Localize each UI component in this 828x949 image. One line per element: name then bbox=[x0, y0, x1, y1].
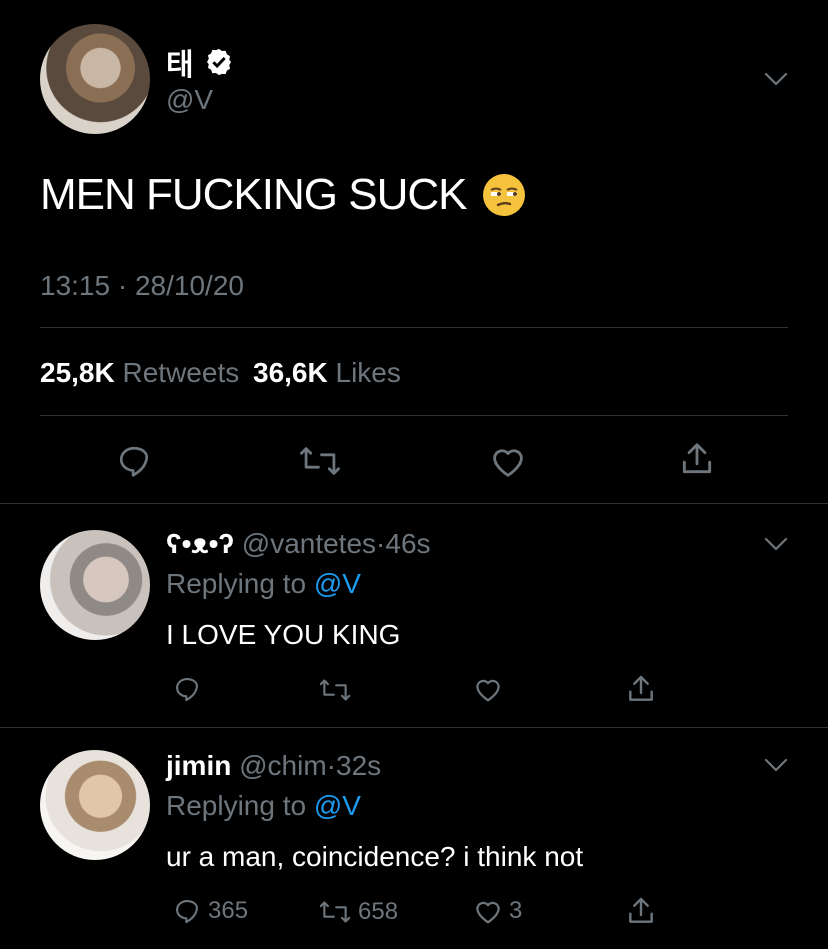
reply-icon[interactable] bbox=[115, 443, 153, 479]
retweet-icon bbox=[318, 899, 352, 925]
replying-to-link[interactable]: @V bbox=[314, 790, 361, 821]
like-action[interactable]: 3 bbox=[473, 897, 522, 925]
verified-badge-icon bbox=[204, 47, 234, 77]
divider bbox=[0, 503, 828, 504]
handle[interactable]: @V bbox=[166, 84, 213, 116]
reply-action[interactable]: 365 bbox=[172, 897, 248, 925]
handle[interactable]: @chim bbox=[239, 750, 327, 781]
tweet-date: 28/10/20 bbox=[134, 270, 244, 301]
chevron-down-icon[interactable] bbox=[764, 72, 788, 86]
reply-count: 365 bbox=[208, 897, 249, 924]
reply-header: jimin @chim·32s bbox=[166, 750, 381, 782]
reply-text: I LOVE YOU KING bbox=[166, 619, 401, 650]
retweet-action[interactable]: 658 bbox=[318, 898, 398, 926]
share-icon[interactable] bbox=[625, 673, 657, 705]
tweet-text-body: MEN FUCKING SUCK bbox=[40, 170, 467, 219]
avatar[interactable] bbox=[40, 24, 150, 134]
replying-to: Replying to @V bbox=[166, 790, 361, 822]
separator: · bbox=[326, 750, 336, 781]
replying-to-label: Replying to bbox=[166, 568, 307, 599]
divider bbox=[40, 415, 788, 416]
reply-icon[interactable] bbox=[172, 675, 202, 703]
tweet-text: MEN FUCKING SUCK bbox=[40, 170, 526, 220]
likes-stat[interactable]: 36,6K Likes bbox=[253, 357, 401, 388]
chevron-down-icon[interactable] bbox=[764, 537, 788, 551]
reply-text: ur a man, coincidence? i think not bbox=[166, 841, 584, 872]
display-name[interactable]: jimin bbox=[166, 750, 231, 781]
display-name[interactable]: 태 bbox=[166, 40, 194, 84]
replying-to: Replying to @V bbox=[166, 568, 361, 600]
handle[interactable]: @vantetes bbox=[242, 528, 376, 559]
tweet-stats: 25,8K Retweets 36,6K Likes bbox=[40, 357, 401, 389]
retweets-count: 25,8K bbox=[40, 357, 115, 388]
likes-label: Likes bbox=[335, 357, 401, 388]
like-icon bbox=[473, 897, 503, 925]
likes-count: 36,6K bbox=[253, 357, 328, 388]
avatar[interactable] bbox=[40, 750, 150, 860]
retweet-count: 658 bbox=[358, 898, 399, 925]
retweets-label: Retweets bbox=[122, 357, 240, 388]
unamused-face-icon bbox=[482, 173, 526, 217]
timestamp[interactable]: 13:15 · 28/10/20 bbox=[40, 270, 244, 302]
replying-to-link[interactable]: @V bbox=[314, 568, 361, 599]
replying-to-label: Replying to bbox=[166, 790, 307, 821]
tweet-time: 13:15 bbox=[40, 270, 111, 301]
reply-header: ʕ•ᴥ•ʔ @vantetes·46s bbox=[166, 528, 431, 560]
retweet-icon[interactable] bbox=[298, 444, 342, 478]
chevron-down-icon[interactable] bbox=[764, 758, 788, 772]
share-icon[interactable] bbox=[625, 895, 657, 927]
display-name[interactable]: ʕ•ᴥ•ʔ bbox=[166, 528, 234, 559]
like-icon[interactable] bbox=[473, 675, 503, 703]
reply-icon bbox=[172, 897, 202, 925]
retweets-stat[interactable]: 25,8K Retweets bbox=[40, 357, 247, 388]
reply-time[interactable]: 32s bbox=[336, 750, 381, 781]
date-separator: · bbox=[117, 270, 128, 301]
separator: · bbox=[376, 528, 386, 559]
divider bbox=[40, 327, 788, 328]
like-icon[interactable] bbox=[489, 443, 527, 479]
divider bbox=[0, 727, 828, 728]
share-icon[interactable] bbox=[678, 440, 716, 478]
retweet-icon[interactable] bbox=[318, 677, 352, 703]
avatar[interactable] bbox=[40, 530, 150, 640]
like-count: 3 bbox=[509, 897, 523, 924]
reply-time[interactable]: 46s bbox=[385, 528, 430, 559]
